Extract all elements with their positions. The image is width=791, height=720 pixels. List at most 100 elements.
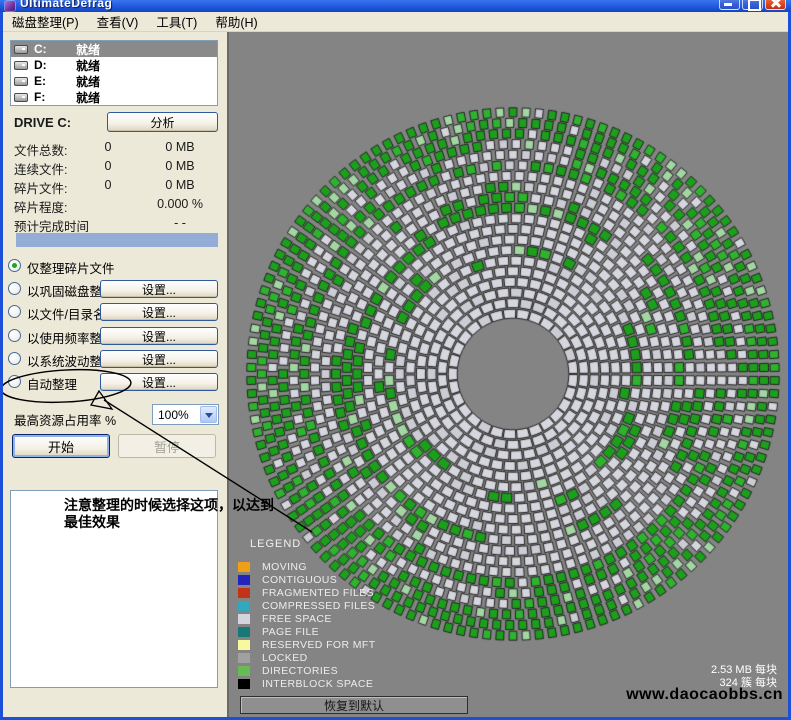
legend-label: RESERVED FOR MFT xyxy=(262,639,376,651)
option-row-consolidate: 以巩固磁盘整理 设置... xyxy=(3,279,229,301)
legend-swatch-moving xyxy=(238,562,250,572)
settings-button[interactable]: 设置... xyxy=(100,350,218,368)
legend-label: FRAGMENTED FILES xyxy=(262,587,374,599)
drive-list: C: 就绪 D: 就绪 E: 就绪 F: 就绪 xyxy=(10,40,218,106)
drive-status: 就绪 xyxy=(76,73,100,90)
drive-icon xyxy=(14,61,28,70)
drive-icon xyxy=(14,77,28,86)
drive-row-f[interactable]: F: 就绪 xyxy=(11,89,217,105)
stat-row-fragmented-files: 碎片文件: 0 0 MB xyxy=(3,178,229,197)
radio-by-volatility[interactable] xyxy=(8,352,21,365)
option-row-by-volatility: 以系统波动整理 设置... xyxy=(3,349,229,371)
legend-swatch-page-file xyxy=(238,627,250,637)
restore-defaults-button[interactable]: 恢复到默认 xyxy=(240,696,468,714)
legend-label: COMPRESSED FILES xyxy=(262,600,375,612)
window-title: UltimateDefrag xyxy=(20,0,112,10)
legend-label: FREE SPACE xyxy=(262,613,332,625)
title-bar: UltimateDefrag xyxy=(0,0,791,12)
legend-label: MOVING xyxy=(262,561,307,573)
radio-by-usage[interactable] xyxy=(8,329,21,342)
legend-label: DIRECTORIES xyxy=(262,665,338,677)
legend-label: INTERBLOCK SPACE xyxy=(262,678,373,690)
menu-item-tools[interactable]: 工具(T) xyxy=(147,10,206,33)
legend-swatch-locked xyxy=(238,653,250,663)
drive-row-e[interactable]: E: 就绪 xyxy=(11,73,217,89)
legend-swatch-mft xyxy=(238,640,250,650)
stat-row-total-files: 文件总数: 0 0 MB xyxy=(3,140,229,159)
annotation-text: 注意整理的时候选择这项，以达到 最佳效果 xyxy=(64,497,274,531)
legend-label: PAGE FILE xyxy=(262,626,319,638)
resource-usage-label: 最高资源占用率 % xyxy=(14,410,116,429)
legend-swatch-fragmented xyxy=(238,588,250,598)
settings-button[interactable]: 设置... xyxy=(100,303,218,321)
legend-swatch-free-space xyxy=(238,614,250,624)
stat-row-contiguous-files: 连续文件: 0 0 MB xyxy=(3,159,229,178)
close-button[interactable] xyxy=(765,0,786,10)
pause-button[interactable]: 暂停 xyxy=(118,434,216,458)
selected-drive-title: DRIVE C: xyxy=(14,115,71,130)
minimize-button[interactable] xyxy=(719,0,740,10)
stat-size: - - xyxy=(141,216,219,230)
stat-label: 碎片程度: xyxy=(14,197,67,216)
annotation-line2: 最佳效果 xyxy=(64,514,274,531)
drive-name: E: xyxy=(34,74,76,88)
legend-swatch-compressed xyxy=(238,601,250,611)
menu-item-help[interactable]: 帮助(H) xyxy=(206,10,266,33)
option-row-by-usage: 以使用频率整理 设置... xyxy=(3,326,229,348)
stat-count: 0 xyxy=(88,140,128,154)
stat-count: 0 xyxy=(88,178,128,192)
stat-row-fragmentation: 碎片程度: 0.000 % xyxy=(3,197,229,216)
watermark-url: www.daocaobbs.cn xyxy=(626,686,783,704)
menu-item-view[interactable]: 查看(V) xyxy=(88,10,148,33)
radio-auto[interactable] xyxy=(8,375,21,388)
analyze-button[interactable]: 分析 xyxy=(107,112,218,132)
menu-bar: 磁盘整理(P) 查看(V) 工具(T) 帮助(H) xyxy=(3,12,788,32)
stat-size: 0 MB xyxy=(141,140,219,154)
radio-by-filename[interactable] xyxy=(8,305,21,318)
option-label: 自动整理 xyxy=(27,374,77,393)
drive-row-c[interactable]: C: 就绪 xyxy=(11,41,217,57)
maximize-button[interactable] xyxy=(742,0,763,10)
annotation-line1: 注意整理的时候选择这项，以达到 xyxy=(64,497,274,514)
legend-swatch-contiguous xyxy=(238,575,250,585)
radio-fragmented-only[interactable] xyxy=(8,259,21,272)
settings-button[interactable]: 设置... xyxy=(100,373,218,391)
stat-size: 0.000 % xyxy=(141,197,219,211)
drive-name: D: xyxy=(34,58,76,72)
drive-row-d[interactable]: D: 就绪 xyxy=(11,57,217,73)
drive-icon xyxy=(14,93,28,102)
legend-label: LOCKED xyxy=(262,652,308,664)
drive-status: 就绪 xyxy=(76,57,100,74)
legend-title: LEGEND xyxy=(250,538,301,550)
stat-label: 碎片文件: xyxy=(14,178,67,197)
stat-size: 0 MB xyxy=(141,159,219,173)
legend-swatch-interblock xyxy=(238,679,250,689)
drive-name: C: xyxy=(34,42,76,56)
stat-count: 0 xyxy=(88,159,128,173)
stat-label: 文件总数: xyxy=(14,140,67,159)
drive-status: 就绪 xyxy=(76,89,100,106)
menu-item-defrag[interactable]: 磁盘整理(P) xyxy=(3,10,88,33)
dropdown-value: 100% xyxy=(158,408,189,422)
drive-status: 就绪 xyxy=(76,41,100,58)
settings-button[interactable]: 设置... xyxy=(100,327,218,345)
start-button[interactable]: 开始 xyxy=(12,434,110,458)
drive-name: F: xyxy=(34,90,76,104)
chevron-down-icon[interactable] xyxy=(200,406,217,423)
radio-consolidate[interactable] xyxy=(8,282,21,295)
option-row-auto: 自动整理 设置... xyxy=(3,372,229,394)
option-row-by-filename: 以文件/目录名整理 设置... xyxy=(3,302,229,324)
option-row-fragmented-only: 仅整理碎片文件 xyxy=(3,256,229,278)
window-border-left xyxy=(0,12,3,720)
legend-swatch-directories xyxy=(238,666,250,676)
resource-usage-dropdown[interactable]: 100% xyxy=(152,404,219,425)
stat-label: 连续文件: xyxy=(14,159,67,178)
stat-size: 0 MB xyxy=(141,178,219,192)
legend-label: CONTIGUOUS xyxy=(262,574,337,586)
control-panel: C: 就绪 D: 就绪 E: 就绪 F: 就绪 DRIVE C: 分析 文件总数… xyxy=(3,32,229,717)
drive-icon xyxy=(14,45,28,54)
progress-bar xyxy=(16,233,218,247)
app-icon xyxy=(5,1,15,11)
settings-button[interactable]: 设置... xyxy=(100,280,218,298)
option-label: 仅整理碎片文件 xyxy=(27,258,115,277)
